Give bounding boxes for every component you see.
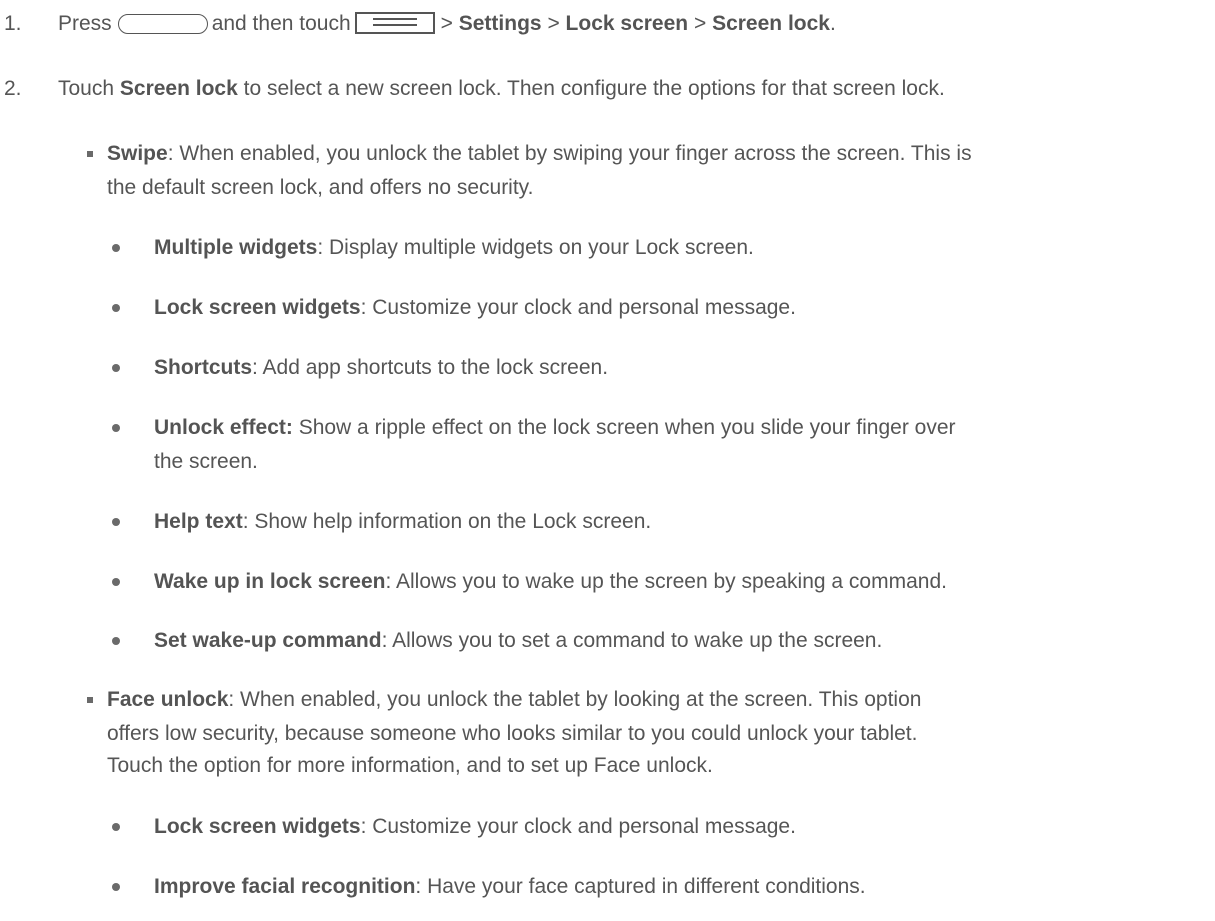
bullet-icon (112, 304, 120, 312)
bullet-icon (112, 578, 120, 586)
home-key-icon (117, 14, 208, 34)
step-sep: > (440, 12, 453, 35)
path-lock-screen: Lock screen (565, 12, 689, 35)
bullet-icon (112, 823, 120, 831)
step-text-press: Press (58, 12, 112, 35)
path-screen-lock: Screen lock (712, 12, 830, 35)
bullet-icon (112, 637, 120, 645)
bullet-icon (112, 424, 120, 432)
step-sep: > (693, 12, 707, 35)
bullet-icon (112, 244, 120, 252)
step-sep: > (547, 12, 560, 35)
option-term: Swipe (107, 142, 168, 165)
step-number: 2. (4, 77, 22, 100)
menu-key-icon (354, 12, 435, 34)
step-text-then: and then touch (211, 12, 351, 35)
bullet-icon (112, 518, 120, 526)
bullet-icon (112, 883, 120, 891)
step-number: 1. (4, 12, 22, 35)
bullet-icon (112, 364, 120, 372)
path-settings: Settings (458, 12, 542, 35)
square-bullet-icon (87, 151, 93, 157)
term-screen-lock: Screen lock (119, 77, 238, 100)
option-term: Face unlock (107, 688, 229, 711)
square-bullet-icon (87, 697, 93, 703)
